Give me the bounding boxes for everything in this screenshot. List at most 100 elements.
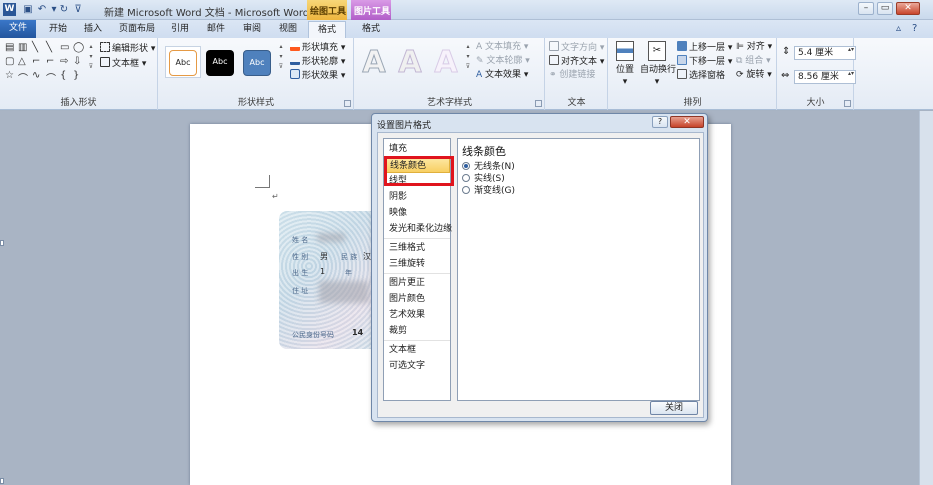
star-shape-icon[interactable]: ☆ (5, 70, 14, 81)
freeform-shape-icon[interactable]: ∿ (32, 70, 40, 81)
text-effects-button[interactable]: A 文本效果 ▾ (476, 69, 528, 81)
shape-style-swatch-3[interactable]: Abc (243, 50, 271, 76)
curve-shape-icon[interactable]: ⌒ (18, 70, 28, 85)
redo-icon[interactable]: ↻ (58, 3, 70, 16)
textbox-shape-icon[interactable]: ▤ (5, 42, 14, 53)
nav-item-3d-rotation[interactable]: 三维旋转 (384, 256, 450, 272)
rounded-rect-shape-icon[interactable]: ▢ (5, 56, 14, 67)
wordart-style-2[interactable]: A (395, 45, 425, 80)
shape-style-swatch-2[interactable]: Abc (206, 50, 234, 76)
dialog-close-x-button[interactable]: ✕ (670, 116, 704, 128)
brace-left-icon[interactable]: { (60, 70, 66, 81)
tab-format-drawing[interactable]: 格式 (308, 21, 346, 38)
tab-home[interactable]: 开始 (43, 21, 73, 38)
bottom-left-handle[interactable] (0, 478, 4, 484)
edit-shape-button[interactable]: 编辑形状 ▾ (100, 42, 155, 55)
width-input[interactable]: 8.56 厘米 (794, 70, 856, 84)
undo-icon[interactable]: ↶ (36, 3, 48, 16)
nav-item-artistic-effects[interactable]: 艺术效果 (384, 307, 450, 323)
wordart-style-1[interactable]: A (359, 45, 389, 80)
brace-right-icon[interactable]: } (73, 70, 79, 81)
save-icon[interactable]: ▣ (22, 3, 34, 16)
send-backward-button[interactable]: 下移一层 ▾ (677, 55, 732, 68)
radio-gradient-line[interactable]: 渐变线(G) (462, 185, 515, 197)
tab-file[interactable]: 文件 (0, 20, 36, 38)
shape-styles-scroll[interactable]: ▴ ▾ ⊽ (277, 42, 285, 72)
shapes-gallery-scroll[interactable]: ▴ ▾ ⊽ (87, 42, 95, 72)
align-text-button[interactable]: 对齐文本 ▾ (549, 55, 604, 68)
bring-forward-button[interactable]: 上移一层 ▾ (677, 41, 732, 54)
elbow-connector-icon[interactable]: ⌐ (46, 56, 54, 67)
wrap-text-button[interactable]: ✂ 自动换行 ▾ (640, 41, 676, 88)
text-direction-button[interactable]: 文字方向 ▾ (549, 41, 604, 54)
nav-item-crop[interactable]: 裁剪 (384, 323, 450, 339)
tab-format-picture[interactable]: 格式 (352, 21, 390, 38)
id-card-image[interactable]: 姓 名 性 别 男 民 族 汉 出 生 1 年 住 址 公民身份号码 14 (279, 211, 379, 349)
customize-qat-icon[interactable]: ⊽ (72, 3, 84, 16)
vertical-scrollbar[interactable] (919, 111, 933, 485)
elbow-connector-icon[interactable]: ⌐ (32, 56, 40, 67)
text-box-button[interactable]: 文本框 ▾ (100, 57, 146, 70)
dialog-close-button[interactable]: 关闭 (650, 401, 698, 415)
shape-fill-button[interactable]: 形状填充 ▾ (290, 41, 345, 54)
oval-shape-icon[interactable]: ◯ (73, 42, 84, 53)
nav-item-glow-soft-edges[interactable]: 发光和柔化边缘 (384, 221, 452, 237)
dialog-help-button[interactable]: ? (652, 116, 668, 128)
minimize-ribbon-icon[interactable]: ▵ (896, 23, 901, 34)
radio-no-line[interactable]: 无线条(N) (462, 161, 515, 173)
restore-button[interactable]: ▭ (877, 2, 893, 15)
arc-shape-icon[interactable]: ⌒ (46, 70, 56, 85)
right-arrow-shape-icon[interactable]: ⇨ (60, 56, 68, 67)
height-input[interactable]: 5.4 厘米 (794, 46, 856, 60)
nav-item-reflection[interactable]: 映像 (384, 205, 450, 221)
group-label-arrange: 排列 (683, 98, 702, 108)
tab-references[interactable]: 引用 (165, 21, 195, 38)
text-outline-button[interactable]: ✎ 文本轮廓 ▾ (476, 55, 530, 67)
text-fill-button[interactable]: A 文本填充 ▾ (476, 41, 528, 53)
size-launcher-icon[interactable] (844, 100, 851, 107)
tab-page-layout[interactable]: 页面布局 (115, 21, 159, 38)
shape-effects-label: 形状效果 (302, 71, 339, 81)
tab-view[interactable]: 视图 (273, 21, 303, 38)
minimize-button[interactable]: – (858, 2, 874, 15)
radio-button[interactable] (462, 174, 470, 182)
left-resize-handle[interactable] (0, 240, 4, 246)
nav-item-alt-text[interactable]: 可选文字 (384, 358, 450, 374)
down-arrow-shape-icon[interactable]: ⇩ (73, 56, 81, 67)
wordart-scroll[interactable]: ▴ ▾ ⊽ (464, 42, 472, 72)
wordart-launcher-icon[interactable] (535, 100, 542, 107)
nav-item-picture-color[interactable]: 图片颜色 (384, 291, 450, 307)
shape-effects-button[interactable]: 形状效果 ▾ (290, 69, 345, 82)
tab-insert[interactable]: 插入 (78, 21, 108, 38)
wordart-style-3[interactable]: A (431, 45, 461, 80)
line-shape-icon[interactable]: ╲ (46, 42, 52, 53)
nav-item-text-box[interactable]: 文本框 (384, 342, 450, 358)
position-button[interactable]: 位置 ▾ (613, 41, 637, 88)
radio-solid-line[interactable]: 实线(S) (462, 173, 505, 185)
help-icon[interactable]: ? (912, 23, 917, 34)
align-button[interactable]: ⊫ 对齐 ▾ (736, 41, 772, 53)
close-window-button[interactable]: ✕ (896, 2, 920, 15)
group-label-wordart: 艺术字样式 (426, 98, 472, 108)
tab-review[interactable]: 审阅 (237, 21, 267, 38)
rotate-button[interactable]: ⟳ 旋转 ▾ (736, 69, 772, 81)
nav-item-fill[interactable]: 填充 (384, 141, 450, 157)
shape-style-swatch-1[interactable]: Abc (169, 50, 197, 76)
selection-pane-button[interactable]: 选择窗格 (677, 69, 725, 82)
line-shape-icon[interactable]: ╲ (32, 42, 38, 53)
nav-item-3d-format[interactable]: 三维格式 (384, 240, 450, 256)
shape-styles-launcher-icon[interactable] (344, 100, 351, 107)
tab-mailings[interactable]: 邮件 (201, 21, 231, 38)
nav-item-picture-corrections[interactable]: 图片更正 (384, 275, 450, 291)
nav-item-shadow[interactable]: 阴影 (384, 189, 450, 205)
radio-button[interactable] (462, 186, 470, 194)
word-app-icon[interactable]: W (3, 3, 16, 16)
rectangle-shape-icon[interactable]: ▭ (60, 42, 69, 53)
radio-button-selected[interactable] (462, 162, 470, 170)
shape-outline-button[interactable]: 形状轮廓 ▾ (290, 55, 345, 68)
red-highlight-annotation (384, 156, 454, 186)
create-link-button[interactable]: ⚭ 创建链接 (549, 69, 595, 81)
group-objects-button[interactable]: ⧉ 组合 ▾ (736, 55, 771, 67)
triangle-shape-icon[interactable]: △ (18, 56, 26, 67)
textbox-vertical-shape-icon[interactable]: ▥ (18, 42, 27, 53)
